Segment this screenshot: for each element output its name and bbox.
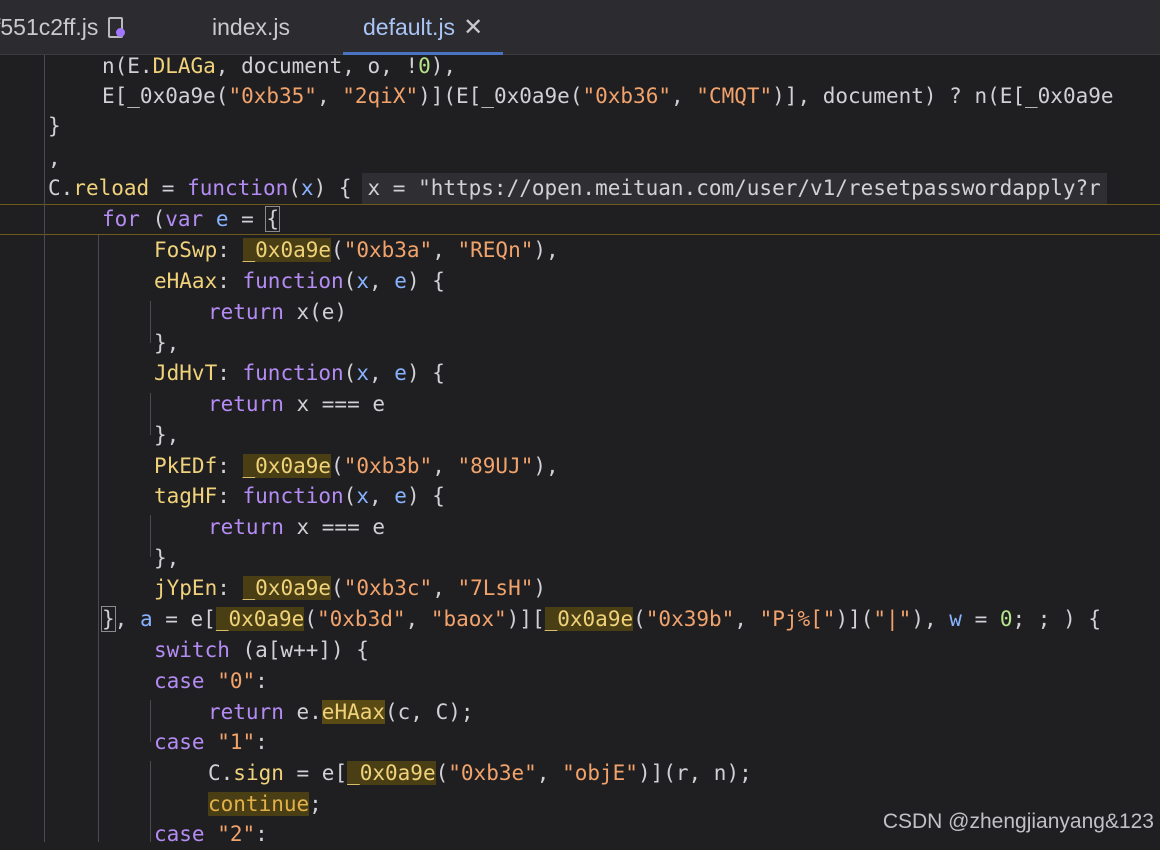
code-line: },: [154, 423, 180, 447]
code-line: n(E.DLAGa, document, o, !0),: [102, 54, 457, 78]
modified-file-icon: [106, 16, 126, 38]
tab-index-js[interactable]: index.js: [212, 0, 290, 54]
indent-guide: [150, 301, 151, 343]
close-icon[interactable]: ✕: [463, 13, 483, 42]
code-line: C.sign = e[_0x0a9e("0xb3e", "objE")](r, …: [208, 761, 752, 785]
code-line: switch (a[w++]) {: [154, 638, 369, 662]
tab-f551c2ff-js[interactable]: f551c2ff.js: [0, 0, 126, 54]
code-line: PkEDf: _0x0a9e("0xb3b", "89UJ"),: [154, 454, 559, 478]
indent-guide: [150, 515, 151, 557]
indent-guide: [98, 235, 99, 842]
matched-bracket: }: [101, 606, 116, 632]
code-line: ,: [48, 146, 61, 170]
code-line: jYpEn: _0x0a9e("0xb3c", "7LsH"): [154, 576, 547, 600]
code-line: case "2":: [154, 822, 268, 846]
matched-bracket: {: [265, 206, 281, 232]
tab-label: f551c2ff.js: [0, 13, 99, 40]
code-line: eHAax: function(x, e) {: [154, 269, 445, 293]
tab-default-js[interactable]: default.js ✕: [343, 0, 504, 55]
code-line: FoSwp: _0x0a9e("0xb3a", "REQn"),: [154, 238, 559, 262]
indent-guide: [150, 761, 151, 842]
code-line: }, a = e[_0x0a9e("0xb3d", "baox")][_0x0a…: [101, 606, 1102, 632]
code-line: return x === e: [208, 392, 386, 416]
editor-tab-bar: f551c2ff.js index.js default.js ✕: [0, 0, 1160, 55]
code-line: },: [154, 546, 180, 570]
code-line: },: [154, 331, 180, 355]
indent-guide: [150, 700, 151, 742]
tab-label: default.js: [363, 13, 456, 40]
watermark: CSDN @zhengjianyang&123: [882, 810, 1154, 833]
code-line: return e.eHAax(c, C);: [208, 700, 474, 724]
code-line: case "0":: [154, 669, 268, 693]
code-line: tagHF: function(x, e) {: [154, 484, 445, 508]
code-line: case "1":: [154, 730, 268, 754]
tab-label: index.js: [212, 13, 290, 40]
indent-guide: [150, 393, 151, 435]
code-line: JdHvT: function(x, e) {: [154, 361, 445, 385]
code-line: return x === e: [208, 515, 386, 539]
debug-inline-value: x = "https://open.meituan.com/user/v1/re…: [361, 173, 1107, 204]
code-line: }: [48, 114, 61, 138]
code-line: continue;: [208, 792, 322, 816]
indent-guide: [44, 55, 45, 842]
code-line: E[_0x0a9e("0xb35", "2qiX")](E[_0x0a9e("0…: [102, 84, 1114, 108]
code-line: C.reload = function(x) {x = "https://ope…: [48, 173, 1107, 204]
code-editor[interactable]: n(E.DLAGa, document, o, !0), E[_0x0a9e("…: [0, 54, 1160, 846]
code-line: for (var e = {: [102, 206, 281, 232]
code-line: return x(e): [208, 300, 348, 324]
